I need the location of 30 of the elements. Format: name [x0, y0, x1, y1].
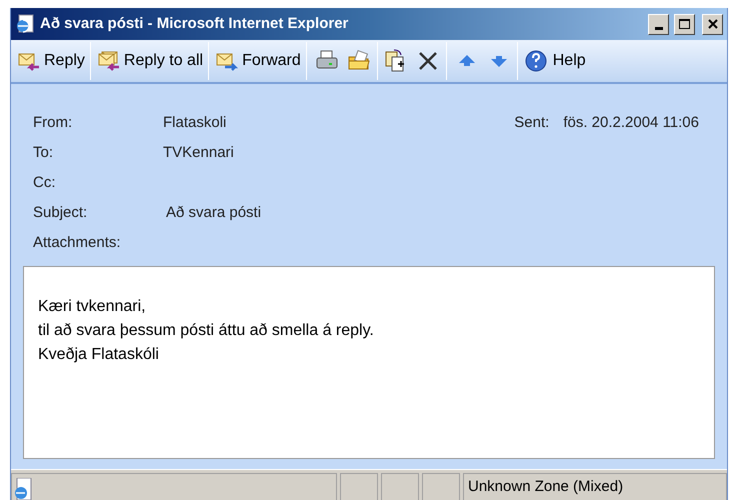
message-line: Kveðja Flataskóli	[38, 345, 160, 365]
status-pane	[381, 473, 419, 500]
sent-date: fös. 20.2.2004 11:06	[563, 112, 699, 133]
field-label: Attachments:	[33, 232, 122, 253]
close-button[interactable]	[702, 14, 723, 34]
field-label: Subject:	[33, 202, 88, 223]
close-icon	[708, 19, 718, 29]
minimize-icon	[654, 26, 662, 30]
field-value: TVKennari	[163, 142, 234, 163]
field-label: Cc:	[33, 172, 56, 193]
status-pane	[422, 473, 460, 500]
help-button[interactable]: Help	[520, 43, 589, 79]
forward-button[interactable]: Forward	[211, 43, 304, 79]
message-line: Kæri tvkennari,	[38, 297, 147, 317]
message-line: til að svara þessum pósti áttu að smella á reply.	[38, 321, 375, 341]
maximize-icon	[679, 19, 690, 29]
field-value: Flataskoli	[163, 112, 226, 133]
window-title: Að svara pósti - Microsoft Internet Explorer	[40, 14, 350, 34]
reply-button[interactable]: Reply	[13, 43, 88, 79]
field-label: Sent:	[514, 112, 550, 133]
zone-status: Unknown Zone (Mixed)	[468, 476, 624, 497]
help-icon	[522, 49, 549, 73]
minimize-button[interactable]	[648, 14, 669, 34]
reply-all-button[interactable]: Reply to all	[92, 43, 206, 79]
field-value: Að svara pósti	[166, 202, 262, 223]
field-label: From:	[33, 112, 74, 133]
maximize-button[interactable]	[674, 14, 695, 34]
envelopes-reply-icon	[96, 49, 122, 73]
field-label: To:	[33, 142, 54, 163]
status-pane	[340, 473, 378, 500]
